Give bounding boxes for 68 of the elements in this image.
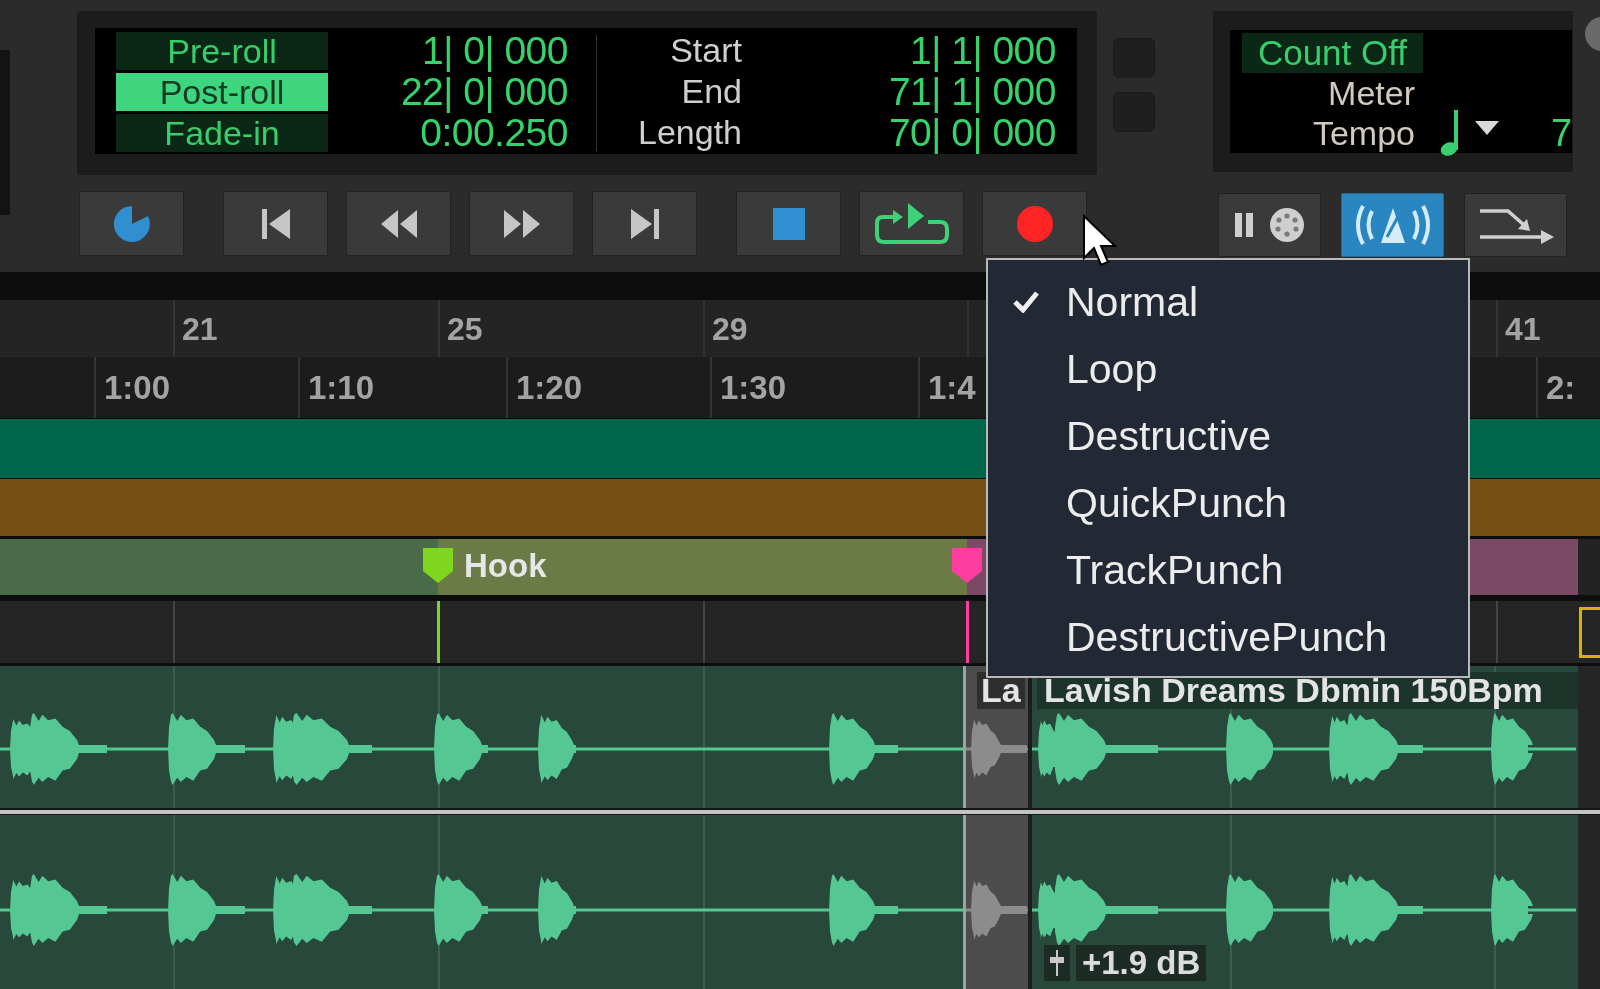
- ruler-label: 1:20: [516, 368, 583, 408]
- record-button[interactable]: [982, 191, 1087, 256]
- roll-toggle[interactable]: Fade-in: [116, 114, 328, 152]
- audio-clip[interactable]: [0, 815, 966, 989]
- fader-icon[interactable]: [1044, 945, 1070, 981]
- check-icon: [1013, 290, 1039, 313]
- side-strip: [1578, 539, 1600, 595]
- marker-label: Hook: [464, 547, 547, 584]
- counter-value: 22| 0| 000: [399, 73, 568, 111]
- ruler-label: 2:: [1546, 368, 1576, 408]
- count-off-toggle[interactable]: Count Off: [1242, 33, 1423, 73]
- ruler-label: 1:00: [104, 368, 171, 408]
- counter-value: 1| 1| 000: [909, 32, 1056, 70]
- menu-item[interactable]: Destructive: [988, 402, 1468, 469]
- dropdown-caret-icon[interactable]: [1475, 121, 1499, 135]
- ruler-label: 1:4: [928, 368, 976, 408]
- loop-play-button[interactable]: [859, 191, 964, 256]
- selection-label: Start: [669, 32, 742, 70]
- audio-clip[interactable]: La: [966, 666, 1032, 808]
- ruler-label: 29: [712, 310, 748, 348]
- menu-item[interactable]: QuickPunch: [988, 469, 1468, 536]
- selection-label: End: [680, 73, 742, 111]
- menu-item[interactable]: TrackPunch: [988, 536, 1468, 603]
- metronome-button[interactable]: [1341, 193, 1444, 257]
- ruler-label: 25: [447, 310, 483, 348]
- loop-play-icon: [872, 202, 951, 245]
- menu-item[interactable]: Loop: [988, 335, 1468, 402]
- marker-icon[interactable]: [422, 547, 454, 584]
- skip-back-icon: [261, 208, 290, 239]
- merge-button[interactable]: [1464, 193, 1567, 257]
- clip-gain-label: +1.9 dB: [1076, 945, 1207, 981]
- counter-value: 71| 1| 000: [887, 73, 1056, 111]
- mouse-pointer-icon: [1082, 214, 1118, 268]
- clip-edge: [1579, 607, 1600, 658]
- ruler-label: 1:10: [308, 368, 375, 408]
- marker-icon[interactable]: [951, 547, 983, 584]
- counter-value: 1| 0| 000: [421, 32, 568, 70]
- audio-clip[interactable]: +1.9 dB: [1032, 815, 1578, 989]
- ruler-label: 1:30: [720, 368, 787, 408]
- tempo-value: 7: [1551, 113, 1573, 153]
- fast-forward-button[interactable]: [469, 191, 574, 256]
- skip-forward-icon: [630, 208, 659, 239]
- wait-for-note-button[interactable]: [1218, 193, 1321, 257]
- fast-forward-icon: [503, 209, 540, 238]
- rewind-icon: [380, 209, 417, 238]
- meter-label: Meter: [1327, 73, 1415, 113]
- audio-clip[interactable]: [966, 815, 1032, 989]
- record-icon: [1016, 205, 1053, 242]
- go-to-end-button[interactable]: [592, 191, 697, 256]
- ruler-label: 41: [1505, 310, 1541, 348]
- roll-toggle[interactable]: Post-roll: [116, 73, 328, 111]
- roll-toggle[interactable]: Pre-roll: [116, 32, 328, 70]
- tempo-label: Tempo: [1311, 113, 1415, 153]
- online-button[interactable]: [79, 191, 184, 256]
- selection-label: Length: [637, 114, 742, 152]
- ruler-label: 21: [182, 310, 218, 348]
- merge-arrows-icon: [1477, 206, 1554, 244]
- menu-item[interactable]: Normal: [988, 268, 1468, 335]
- rewind-button[interactable]: [346, 191, 451, 256]
- audio-clip[interactable]: [0, 666, 966, 808]
- stop-icon: [772, 207, 805, 240]
- counter-value: 70| 0| 000: [887, 114, 1056, 152]
- counter-value: 0:00.250: [420, 114, 568, 152]
- go-to-start-button[interactable]: [223, 191, 328, 256]
- pause-dots-icon: [1234, 208, 1305, 242]
- stop-button[interactable]: [736, 191, 841, 256]
- pie-icon: [112, 204, 151, 243]
- audio-clip[interactable]: Lavish Dreams Dbmin 150Bpm: [1032, 666, 1578, 808]
